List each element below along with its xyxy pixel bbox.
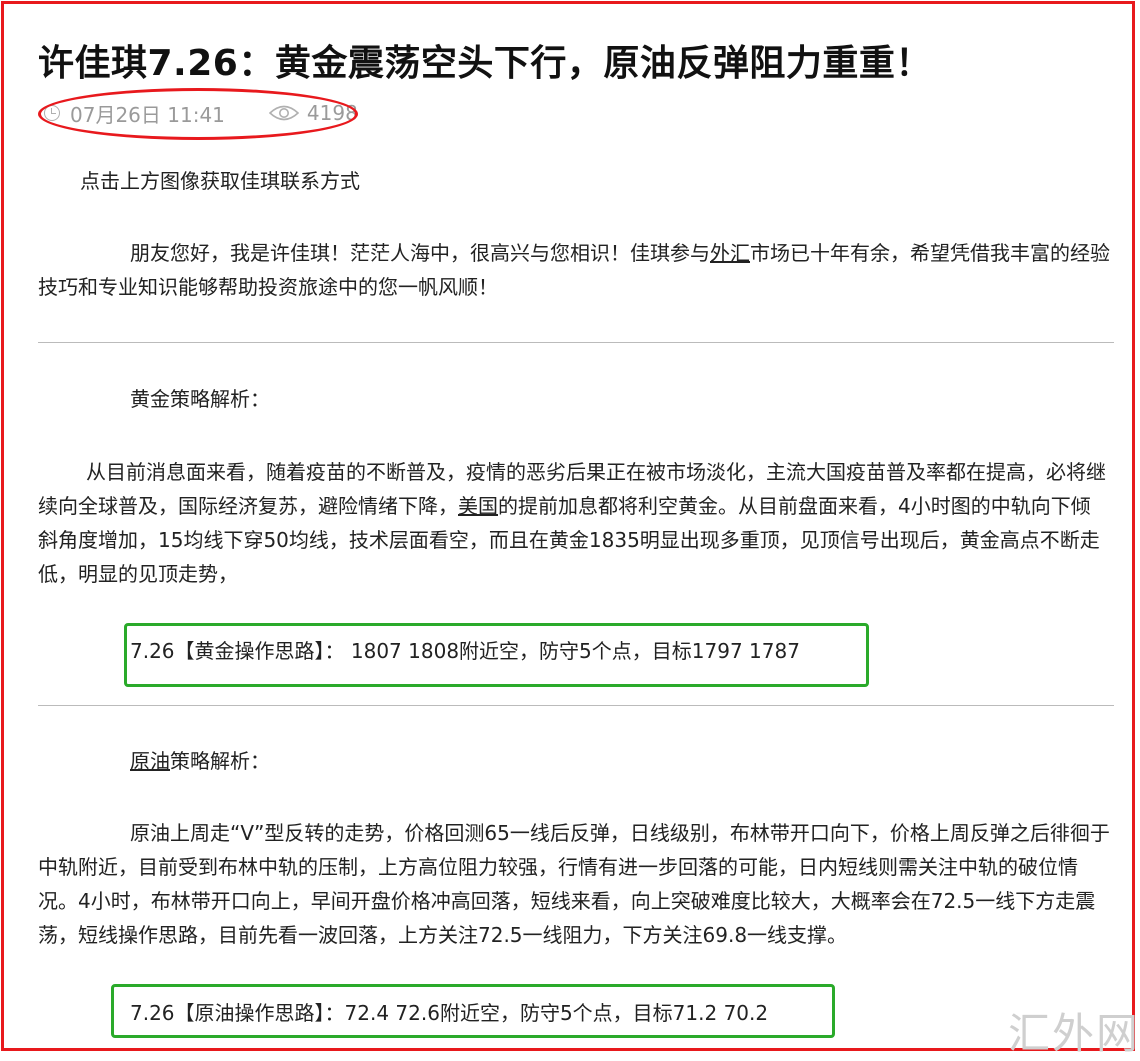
contact-hint: 点击上方图像获取佳琪联系方式 [80, 169, 360, 193]
divider [38, 705, 1114, 706]
gold-heading: 黄金策略解析： [130, 387, 270, 411]
gold-strategy: 7.26【黄金操作思路】： 1807 1808附近空，防守5个点，目标1797 … [130, 639, 800, 663]
oil-link[interactable]: 原油 [130, 749, 170, 773]
intro-paragraph: 朋友您好，我是许佳琪！茫茫人海中，很高兴与您相识！佳琪参与外汇市场已十年有余，希… [38, 236, 1110, 304]
oil-heading-text: 策略解析： [170, 749, 270, 773]
article-title: 许佳琪7.26：黄金震荡空头下行，原油反弹阻力重重！ [38, 43, 932, 84]
usa-link[interactable]: 美国 [458, 494, 498, 518]
intro-text: 朋友您好，我是许佳琪！茫茫人海中，很高兴与您相识！佳琪参与 [130, 241, 710, 265]
divider [38, 342, 1114, 343]
oil-heading: 原油策略解析： [130, 744, 270, 778]
oil-strategy: 7.26【原油操作思路】：72.4 72.6附近空，防守5个点，目标71.2 7… [130, 1001, 769, 1025]
forex-link[interactable]: 外汇 [710, 241, 750, 265]
oil-analysis: 原油上周走“V”型反转的走势，价格回测65一线后反弹，日线级别，布林带开口向下，… [38, 821, 1110, 947]
site-watermark: 汇外网 [1008, 1009, 1140, 1058]
gold-analysis: 从目前消息面来看，随着疫苗的不断普及，疫情的恶劣后果正在被市场淡化，主流大国疫苗… [38, 455, 1110, 591]
red-annotation-oval [38, 88, 358, 140]
